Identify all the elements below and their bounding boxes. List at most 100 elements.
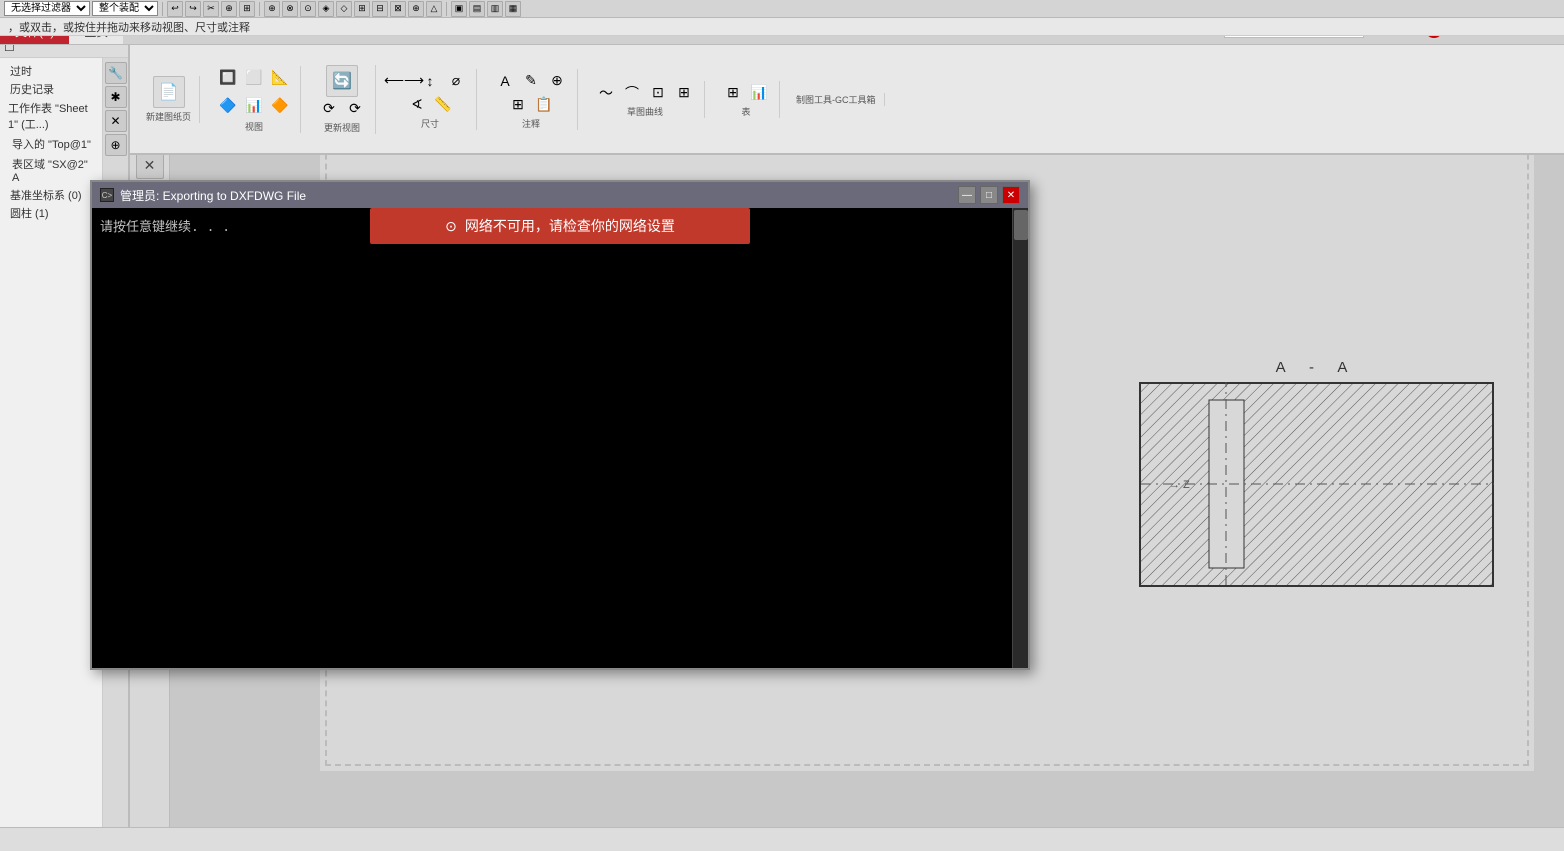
cmd-restore-btn[interactable]: □ [980,186,998,204]
annot-icon-5[interactable]: 📋 [532,93,556,117]
table-icon-1[interactable]: ⊞ [721,81,745,105]
sketch-icon-3[interactable]: ⊡ [646,81,670,105]
toolbar-icon-14[interactable]: ⊕ [408,1,424,17]
table-group-label: 表 [742,105,751,118]
section-box-container: → Z [1139,382,1494,587]
toolbar-icon-15[interactable]: △ [426,1,442,17]
toolbar-icon-7[interactable]: ⊗ [282,1,298,17]
section-view-aa: A - A [1139,359,1494,587]
ribbon-content: 📄 新建图纸页 🔲 ⬜ 📐 🔷 📊 🔶 视图 🔄 ⟳ ⟳ 更新视图 ⟵⟶ [130,45,1564,155]
toolbar-icon-5[interactable]: ⊞ [239,1,255,17]
work-sheet-text: 工作作表 "Sheet 1" (工...) [8,103,88,131]
cmd-body[interactable]: 请按任意键继续. . . [92,208,1028,668]
dim-group-label: 尺寸 [421,117,439,130]
toolbar-icon-4[interactable]: ⊕ [221,1,237,17]
view-icon-5[interactable]: 📊 [242,94,266,118]
view-icon-2[interactable]: ⬜ [242,66,266,90]
new-page-icon[interactable]: 📄 [153,76,185,108]
view-group-label: 视图 [245,120,263,133]
csys-text: 基准坐标系 (0) [10,190,82,202]
assembly-combo[interactable]: 整个装配 [92,1,158,16]
section-label-text: A - A [1276,359,1358,376]
group-view: 🔲 ⬜ 📐 🔷 📊 🔶 视图 [208,66,301,133]
dim-icon-4[interactable]: ∢ [405,93,429,117]
left-icon-2[interactable]: ✱ [105,86,127,108]
sketch-icon-4[interactable]: ⊞ [672,81,696,105]
annot-icon-3[interactable]: ⊕ [545,69,569,93]
cmd-title-bar[interactable]: C> 管理员: Exporting to DXFDWG File — □ ✕ [92,182,1028,208]
left-item-history[interactable]: 历史记录 [4,80,98,98]
toolbar-icon-10[interactable]: ◇ [336,1,352,17]
vert-icon-3[interactable]: ✕ [136,151,164,179]
group-table: ⊞ 📊 表 [713,81,780,118]
annot-icon-1[interactable]: A [493,69,517,93]
toolbar-icon-18[interactable]: ▥ [487,1,503,17]
update-group-label: 更新视图 [324,121,360,134]
dim-icon-2[interactable]: ↕ [418,69,442,93]
cmd-title-text: 管理员: Exporting to DXFDWG File [120,187,958,204]
dim-icon-1[interactable]: ⟵⟶ [392,69,416,93]
view-icon-6[interactable]: 🔶 [268,94,292,118]
separator3 [446,2,447,16]
annot-group-label: 注释 [522,117,540,130]
update-icon-2[interactable]: ⟳ [317,97,341,121]
toolbar-icon-8[interactable]: ⊙ [300,1,316,17]
filter-text: 过时 [10,66,32,78]
toolbar-icon-2[interactable]: ↪ [185,1,201,17]
left-work-sheet[interactable]: 工作作表 "Sheet 1" (工...) [4,98,98,134]
update-icon[interactable]: 🔄 [326,65,358,97]
left-item-csys[interactable]: 基准坐标系 (0) [4,186,98,204]
left-icon-3[interactable]: ✕ [105,110,127,132]
toolbar-icon-6[interactable]: ⊕ [264,1,280,17]
error-icon: ⊙ [445,218,457,235]
filter-combo[interactable]: 无选择过滤器 [4,1,90,16]
sketch-icon-2[interactable]: ⌒ [620,81,644,105]
group-dim: ⟵⟶ ↕ ⌀ ∢ 📏 尺寸 [384,69,477,130]
error-message: 网络不可用，请检查你的网络设置 [465,216,675,236]
annot-icon-4[interactable]: ⊞ [506,93,530,117]
group-icons: 📄 新建图纸页 [146,76,191,123]
left-zone[interactable]: 表区域 "SX@2" A [4,154,98,186]
annot-icon-2[interactable]: ✎ [519,69,543,93]
view-icon-3[interactable]: 📐 [268,66,292,90]
group-gc: 制图工具-GC工具箱 [788,93,885,106]
sketch-icon-1[interactable]: 〜 [594,81,618,105]
left-icon-1[interactable]: 🔧 [105,62,127,84]
hint-text: ，或双击，或按住并拖动来移动视图、尺寸或注释 [8,19,250,35]
gc-group-label: 制图工具-GC工具箱 [796,93,876,106]
left-icon-4[interactable]: ⊕ [105,134,127,156]
cmd-close-btn[interactable]: ✕ [1002,186,1020,204]
status-bar [0,827,1564,851]
history-text: 历史记录 [10,84,54,96]
hint-line: ，或双击，或按住并拖动来移动视图、尺寸或注释 [0,18,1564,36]
view-icons-bot: 🔷 📊 🔶 [216,94,292,118]
left-item-cylinder[interactable]: 圆柱 (1) [4,204,98,222]
toolbar-icon-16[interactable]: ▣ [451,1,467,17]
view-icon-1[interactable]: 🔲 [216,66,240,90]
toolbar-icon-1[interactable]: ↩ [167,1,183,17]
toolbar-icon-17[interactable]: ▤ [469,1,485,17]
toolbar-icon-3[interactable]: ✂ [203,1,219,17]
view-icons-top: 🔲 ⬜ 📐 [216,66,292,90]
cylinder-text: 圆柱 (1) [10,208,49,220]
section-label: A - A [1139,359,1494,376]
sketch-group-label: 草图曲线 [627,105,663,118]
dim-icon-3[interactable]: ⌀ [444,69,468,93]
cmd-scrollbar[interactable] [1012,208,1028,668]
toolbar-icon-13[interactable]: ⊠ [390,1,406,17]
toolbar-icon-9[interactable]: ◈ [318,1,334,17]
toolbar-icon-19[interactable]: ▦ [505,1,521,17]
group-new-page: 📄 新建图纸页 [138,76,200,123]
toolbar-icon-12[interactable]: ⊟ [372,1,388,17]
scrollbar-thumb[interactable] [1014,210,1028,240]
left-item-filter[interactable]: 过时 [4,62,98,80]
cmd-app-icon: C> [100,188,114,202]
table-icon-2[interactable]: 📊 [747,81,771,105]
dim-icon-5[interactable]: 📏 [431,93,455,117]
cmd-minimize-btn[interactable]: — [958,186,976,204]
view-icon-4[interactable]: 🔷 [216,94,240,118]
left-import[interactable]: 导入的 "Top@1" [4,134,98,154]
toolbar-icon-11[interactable]: ⊞ [354,1,370,17]
update-icon-3[interactable]: ⟳ [343,97,367,121]
separator [162,2,163,16]
